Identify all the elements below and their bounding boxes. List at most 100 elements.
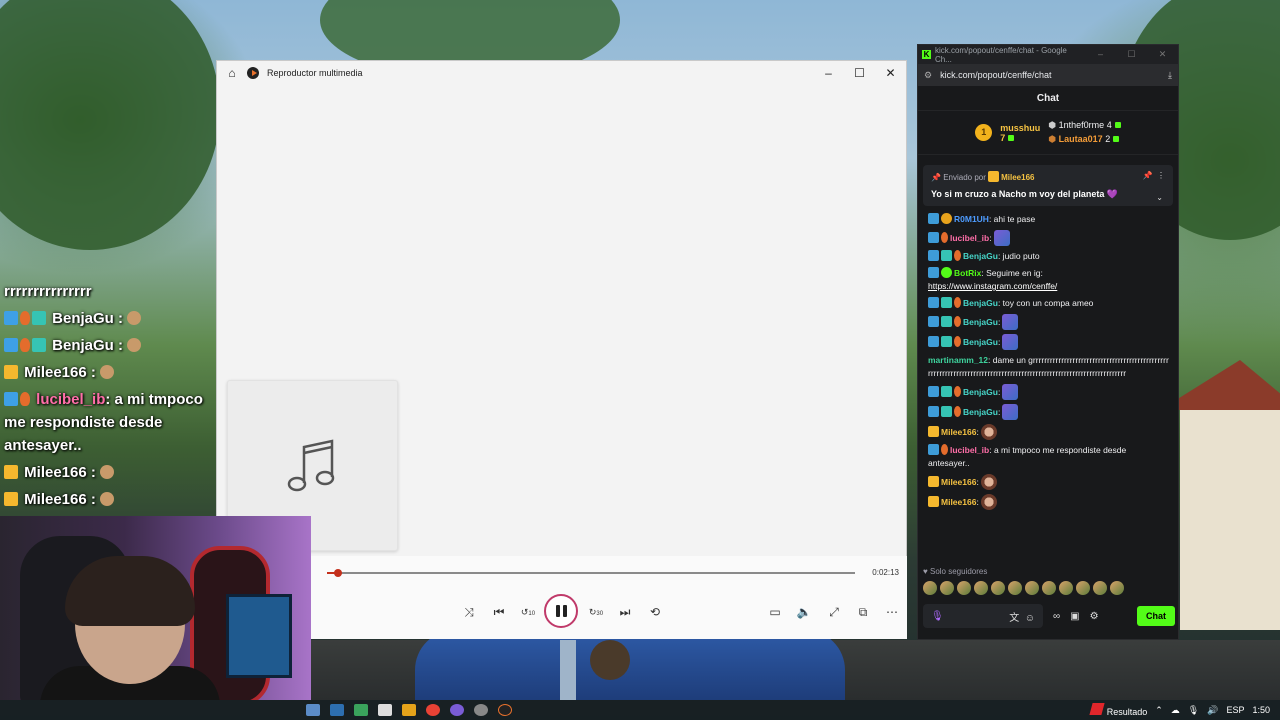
home-icon[interactable]: ⌂ xyxy=(217,66,247,80)
leader-first: musshuu 7 xyxy=(1000,122,1041,143)
chat-message: Milee166: xyxy=(928,494,1170,510)
more-icon[interactable]: ⋯ xyxy=(882,602,902,622)
instagram-link[interactable]: https://www.instagram.com/cenffe/ xyxy=(928,281,1057,291)
volume-icon[interactable]: 🔈 xyxy=(794,602,814,622)
emote-icon[interactable] xyxy=(1008,581,1022,595)
app-icon[interactable] xyxy=(402,704,416,716)
chat-message: BenjaGu: xyxy=(928,404,1170,420)
file-explorer-icon[interactable] xyxy=(306,704,320,716)
app-icon[interactable] xyxy=(378,704,392,716)
download-icon[interactable]: ⤓ xyxy=(1168,70,1172,81)
miniplayer-icon[interactable]: ▭ xyxy=(765,602,785,622)
emote-icon xyxy=(993,230,1010,246)
unpin-icon[interactable]: 📌 ⋮ xyxy=(1143,171,1165,180)
emote-icon[interactable] xyxy=(1042,581,1056,595)
language-indicator[interactable]: ESP xyxy=(1226,705,1244,715)
emote-icon xyxy=(100,492,115,506)
forward-30-icon[interactable]: ↻30 xyxy=(586,602,606,622)
cast-icon[interactable]: ⧉ xyxy=(853,602,873,622)
repeat-off-icon[interactable]: ⟲ xyxy=(645,602,665,622)
app-icon[interactable] xyxy=(354,704,368,716)
emote-icon[interactable] xyxy=(991,581,1005,595)
emote-icon[interactable] xyxy=(940,581,954,595)
previous-icon[interactable]: ⏮ xyxy=(489,602,509,622)
chrome-icon[interactable] xyxy=(426,704,440,716)
tray-chevron-icon[interactable]: ⌃ xyxy=(1155,705,1163,716)
gift-icon xyxy=(1113,136,1120,142)
shuffle-icon[interactable]: ⤨ xyxy=(459,602,479,622)
overlay-chat-line: rrrrrrrrrrrrrrr xyxy=(4,283,92,300)
app-icon[interactable] xyxy=(474,704,488,716)
player-titlebar: ⌂ Reproductor multimedia – ☐ ✕ xyxy=(217,61,906,85)
maximize-icon[interactable]: ☐ xyxy=(1116,49,1147,60)
discord-icon[interactable] xyxy=(450,704,464,716)
emote-icon[interactable] xyxy=(1025,581,1039,595)
chat-message: lucibel_ib: a mi tmpoco me respondiste d… xyxy=(928,444,1127,468)
minimize-icon[interactable]: – xyxy=(813,66,844,80)
overlay-chat-line: Milee166 : xyxy=(0,459,215,486)
result-widget[interactable]: Resultado xyxy=(1089,703,1147,717)
microphone-icon[interactable]: 🎙 xyxy=(931,611,944,622)
crown-badge-icon xyxy=(988,171,1000,182)
store-icon[interactable]: ▣ xyxy=(1070,611,1079,622)
settings-icon[interactable]: ⚙ xyxy=(1090,611,1099,622)
microphone-icon[interactable]: 🎙 xyxy=(1188,705,1199,716)
steam-icon[interactable] xyxy=(330,704,344,716)
crown-badge-icon xyxy=(4,365,18,379)
address-bar[interactable]: ⚙ kick.com/popout/cenffe/chat ⤓ xyxy=(918,64,1178,86)
gift-icon xyxy=(1008,134,1015,141)
chat-input[interactable]: 🎙 文 ☺ xyxy=(923,604,1043,628)
chat-message: BenjaGu: xyxy=(928,314,1170,330)
pepper-badge-icon xyxy=(954,250,961,261)
emote-icon[interactable] xyxy=(957,581,971,595)
translate-icon[interactable]: 文 xyxy=(1009,613,1019,624)
volume-icon[interactable]: 🔊 xyxy=(1207,705,1218,716)
prime-badge-icon xyxy=(928,213,939,224)
prime-badge-icon xyxy=(928,297,939,308)
music-note-icon xyxy=(287,438,334,491)
overlay-chat-line: BenjaGu : xyxy=(0,305,215,332)
send-chat-button[interactable]: Chat xyxy=(1137,606,1175,626)
site-settings-icon[interactable]: ⚙ xyxy=(924,70,932,81)
kicks-icon[interactable]: ∞ xyxy=(1053,611,1060,622)
emote-icon xyxy=(127,311,142,325)
result-icon xyxy=(1089,703,1105,715)
chevron-down-icon[interactable]: ⌄ xyxy=(1156,193,1163,202)
clock[interactable]: 1:50 xyxy=(1252,705,1270,715)
seek-bar[interactable] xyxy=(327,569,855,577)
game-character xyxy=(415,630,845,700)
overlay-chat-line: lucibel_ib: a mi tmpoco me respondiste d… xyxy=(0,388,215,457)
emote-icon[interactable] xyxy=(1059,581,1073,595)
overlay-chat-line: BenjaGu : xyxy=(0,332,215,359)
next-icon[interactable]: ⏭ xyxy=(615,602,635,622)
emote-icon[interactable] xyxy=(974,581,988,595)
seek-thumb[interactable] xyxy=(333,569,342,577)
media-player-icon[interactable] xyxy=(498,704,512,716)
player-title: Reproductor multimedia xyxy=(267,68,363,78)
emoji-icon[interactable]: ☺ xyxy=(1025,613,1035,624)
chat-message: Milee166: xyxy=(928,474,1170,490)
close-icon[interactable]: ✕ xyxy=(1147,49,1178,60)
maximize-icon[interactable]: ☐ xyxy=(844,66,875,80)
fullscreen-icon[interactable]: ⤢ xyxy=(824,602,844,622)
pause-button[interactable] xyxy=(544,594,578,628)
overlay-username: Milee166 : xyxy=(24,491,96,508)
emote-icon[interactable] xyxy=(1076,581,1090,595)
subscriber-badge-icon xyxy=(941,336,952,347)
prime-badge-icon xyxy=(4,392,18,406)
chat-message: martinamm_12: dame un grrrrrrrrrrrrrrrrr… xyxy=(928,355,1169,378)
prime-badge-icon xyxy=(928,444,939,455)
emote-icon xyxy=(1002,334,1019,350)
close-icon[interactable]: ✕ xyxy=(875,66,906,80)
rewind-10-icon[interactable]: ↺10 xyxy=(518,602,538,622)
network-icon[interactable]: ☁ xyxy=(1171,705,1180,716)
chat-message: BotRix: Seguime en ig: https://www.instag… xyxy=(928,267,1058,291)
minimize-icon[interactable]: – xyxy=(1085,49,1116,60)
emote-icon[interactable] xyxy=(1110,581,1124,595)
chat-message: BenjaGu: xyxy=(928,384,1170,400)
subscriber-badge-icon xyxy=(32,338,46,352)
emote-icon[interactable] xyxy=(923,581,937,595)
emote-icon[interactable] xyxy=(1093,581,1107,595)
webcam-feed xyxy=(0,516,311,700)
emote-icon xyxy=(100,465,115,479)
